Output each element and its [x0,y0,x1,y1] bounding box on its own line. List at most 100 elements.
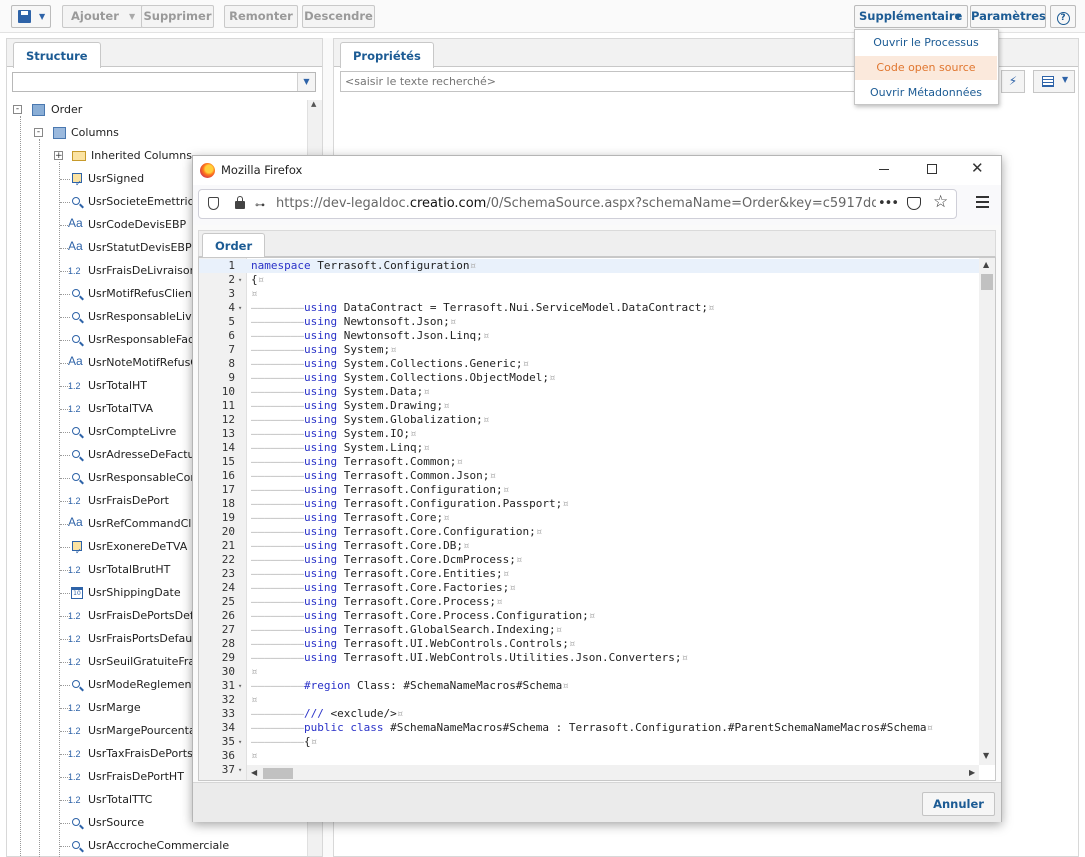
help-button[interactable]: ? [1050,5,1076,28]
line-number: 23 [221,567,235,580]
code-text: ¤ [251,287,258,301]
more-actions-icon[interactable]: ••• [878,196,899,211]
select-dropdown-button[interactable]: ▼ [297,73,315,91]
menu-item-ouvrir-metadonnees[interactable]: Ouvrir Métadonnées [855,81,997,105]
save-button[interactable]: ▼ [11,5,51,28]
code-line: 13 ――――――――using System.IO;¤ [199,427,985,441]
scroll-right-icon[interactable]: ▶ [969,768,975,777]
supplementaire-button[interactable]: Supplémentaire ▼ [854,5,968,28]
tree-column-label: UsrMotifRefusClient [88,287,197,300]
structure-filter-select[interactable]: ▼ [12,72,316,92]
code-keyword: using [303,581,338,594]
line-number: 15 [221,455,235,468]
minimize-button[interactable] [879,169,889,170]
code-text: ――――――――using System.Drawing;¤ [251,399,450,413]
fold-toggle-icon[interactable]: ▾ [238,301,242,315]
bookmark-star-icon[interactable]: ☆ [933,192,948,212]
menu-item-ouvrir-processus[interactable]: Ouvrir le Processus [855,31,997,55]
line-number: 7 [228,343,235,356]
code-text: ――――――――using Terrasoft.Core.Process;¤ [251,595,503,609]
tree-connector [60,501,70,502]
eol-marker: ¤ [443,399,450,412]
eol-marker: ¤ [496,595,503,608]
view-options-button[interactable]: ▼ [1033,70,1075,93]
url-bar[interactable]: ⊶ https://dev-legaldoc.creatio.com/0/Sch… [198,189,957,219]
scroll-thumb[interactable] [981,274,993,290]
scroll-down-icon[interactable]: ▼ [983,751,989,760]
tree-inherited-label: Inherited Columns [91,149,192,162]
indent-marker: ―――――――― [251,371,304,384]
indent-marker: ―――――――― [251,707,304,720]
code-line: 32 ¤ [199,693,985,707]
annuler-button[interactable]: Annuler [922,792,995,816]
collapse-icon[interactable]: - [34,128,43,137]
tab-proprietes[interactable]: Propriétés [340,42,434,68]
chevron-down-icon[interactable]: ▼ [1062,75,1068,84]
fold-toggle-icon[interactable]: ▾ [238,735,242,749]
tab-order[interactable]: Order [202,233,266,257]
line-number: 20 [221,525,235,538]
maximize-button[interactable] [927,164,937,174]
code-text: ――――――――using Terrasoft.Core.DcmProcess;… [251,553,523,567]
shield-icon[interactable] [208,197,219,210]
chevron-down-icon[interactable]: ▼ [129,6,135,27]
scroll-up-icon[interactable]: ▲ [311,100,316,108]
tree-connector [60,317,70,318]
indent-marker: ―――――――― [251,399,304,412]
tree-column-label: UsrAdresseDeFactura [88,448,206,461]
tree-column-label: UsrFraisDePortHT [88,770,184,783]
move-down-button[interactable]: Descendre [302,5,375,28]
pocket-icon[interactable] [907,197,921,210]
indent-marker: ―――――――― [251,679,304,692]
code-keyword: using [303,553,338,566]
code-keyword: using [303,455,338,468]
tree-connector [60,777,70,778]
hamburger-menu-icon[interactable] [976,196,989,208]
tree-connector [60,179,70,180]
menu-item-code-open-source[interactable]: Code open source [855,56,997,80]
lightning-button[interactable]: ⚡ [1001,70,1025,93]
scroll-left-icon[interactable]: ◀ [251,768,257,777]
tree-column-label: UsrMarge [88,701,141,714]
indent-marker: ―――――――― [251,721,304,734]
move-up-button[interactable]: Remonter [224,5,298,28]
code-line: 16 ――――――――using Terrasoft.Common.Json;¤ [199,469,985,483]
code-content: System.Globalization; [337,413,483,426]
code-content: System.IO; [337,427,410,440]
parametres-button[interactable]: Paramètres [970,5,1046,28]
number-icon: 1.2 [68,496,81,506]
scroll-up-icon[interactable]: ▲ [983,260,989,269]
permissions-icon[interactable]: ⊶ [255,200,265,211]
code-vertical-scrollbar[interactable]: ▲ ▼ [979,258,995,765]
code-keyword: using [303,511,338,524]
add-button-label: Ajouter [71,9,119,23]
folder-icon [72,151,86,161]
scroll-thumb[interactable] [263,768,293,779]
tree-column-label: UsrFraisDeLivraison [88,264,197,277]
code-horizontal-scrollbar[interactable]: ◀ ▶ [247,765,979,780]
fold-toggle-icon[interactable]: ▾ [238,273,242,287]
eol-marker: ¤ [449,315,457,328]
lock-icon[interactable] [235,201,245,209]
tree-connector [60,570,70,571]
chevron-down-icon[interactable]: ▼ [955,6,961,27]
delete-button[interactable]: Supprimer [141,5,214,28]
dialog-footer [193,782,1001,822]
line-number: 18 [221,497,235,510]
chevron-down-icon[interactable]: ▼ [39,6,45,27]
expand-icon[interactable]: + [54,151,63,161]
code-line: 35 ▾ ――――――――{¤ [199,735,985,749]
code-editor[interactable]: 1 namespace Terrasoft.Configuration¤ 2 ▾ {¤ 3… [198,257,996,781]
collapse-icon[interactable]: - [13,105,22,114]
code-keyword: using [303,343,338,356]
fold-toggle-icon[interactable]: ▾ [238,679,242,693]
code-line: 7 ――――――――using System;¤ [199,343,985,357]
code-line: 23 ――――――――using Terrasoft.Core.Entities;… [199,567,985,581]
tab-structure[interactable]: Structure [13,42,101,68]
fold-toggle-icon[interactable]: ▾ [238,763,242,777]
close-window-button[interactable]: ✕ [971,159,984,177]
url-text[interactable]: https://dev-legaldoc.creatio.com/0/Schem… [276,196,876,212]
add-button[interactable]: Ajouter ▼ [62,5,143,28]
indent-marker: ―――――――― [251,525,304,538]
code-text: ――――――――#region Class: #SchemaNameMacros… [251,679,569,693]
